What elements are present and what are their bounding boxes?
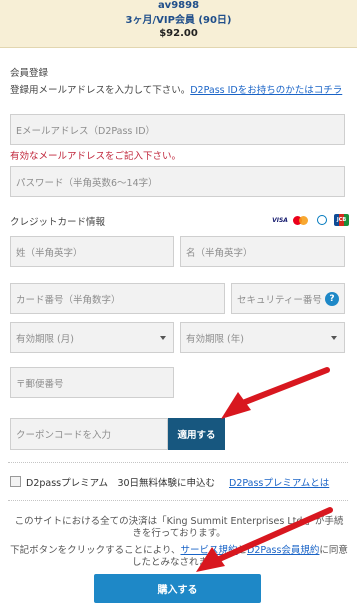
credit-card-heading: クレジットカード情報 [10, 217, 106, 228]
coupon-input[interactable]: クーポンコードを入力 [10, 418, 168, 450]
plan-summary: av9898 3ヶ月/VIP会員 (90日) $92.00 [0, 0, 357, 48]
purchase-button[interactable]: 購入する [94, 574, 261, 603]
expiry-month-select[interactable]: 有効期限 (月) [10, 322, 174, 353]
mastercard-icon [292, 214, 310, 226]
given-name-input[interactable]: 名（半角英字） [180, 236, 345, 267]
password-input[interactable]: パスワード（半角英数6～14字） [10, 166, 345, 197]
coupon-placeholder: クーポンコードを入力 [16, 430, 112, 441]
password-placeholder: パスワード（半角英数6～14字） [16, 177, 158, 189]
card-number-input[interactable]: カード番号（半角数字） [10, 283, 225, 314]
registration-description-text: 登録用メールアドレスを入力して下さい。 [10, 85, 191, 96]
expiry-year-value: 有効期限 (年) [186, 333, 244, 345]
expiry-year-select[interactable]: 有効期限 (年) [180, 322, 345, 353]
d2pass-login-link[interactable]: D2Pass IDをお持ちのかたはコチラ [190, 85, 342, 96]
terms-notice-text-start: 下記ボタンをクリックすることにより、 [10, 545, 181, 556]
d2pass-terms-link[interactable]: D2Pass会員規約 [247, 545, 319, 556]
plan-id: av9898 [157, 0, 200, 11]
card-number-placeholder: カード番号（半角数字） [16, 294, 121, 306]
plan-price: $92.00 [159, 28, 198, 39]
card-brand-icons: VISA JCB [270, 214, 350, 226]
registration-description: 登録用メールアドレスを入力して下さい。D2Pass IDをお持ちのかたはコチラ [10, 84, 348, 97]
premium-info-link[interactable]: D2Passプレミアムとは [229, 475, 329, 489]
email-placeholder: Eメールアドレス（D2Pass ID） [16, 125, 156, 137]
divider [8, 500, 348, 501]
expiry-month-value: 有効期限 (月) [16, 333, 74, 345]
given-name-placeholder: 名（半角英字） [186, 247, 253, 259]
premium-trial-label: D2passプレミアム 30日無料体験に申込む [26, 478, 216, 489]
jcb-icon: JCB [334, 214, 349, 226]
email-input[interactable]: Eメールアドレス（D2Pass ID） [10, 114, 345, 145]
postal-code-input[interactable]: 〒郵便番号 [10, 367, 174, 398]
postal-code-placeholder: 〒郵便番号 [16, 378, 64, 390]
security-code-input[interactable]: セキュリティー番号 ? [231, 283, 345, 314]
chevron-down-icon [331, 335, 337, 340]
surname-input[interactable]: 姓（半角英字） [10, 236, 174, 267]
diners-icon [314, 214, 330, 226]
annotation-arrow-coupon [221, 367, 330, 419]
terms-agreement-notice: 下記ボタンをクリックすることにより、サービス規約とD2Pass会員規約に同意した… [10, 545, 348, 569]
apply-coupon-button[interactable]: 適用する [168, 418, 225, 450]
security-code-placeholder: セキュリティー番号 [237, 294, 322, 306]
plan-name: 3ヶ月/VIP会員 (90日) [125, 15, 232, 26]
divider [8, 462, 348, 463]
registration-heading: 会員登録 [10, 68, 49, 79]
terms-notice-text-mid: と [237, 545, 248, 556]
help-icon[interactable]: ? [325, 291, 339, 306]
email-error-message: 有効なメールアドレスをご記入下さい。 [10, 151, 182, 162]
payment-processor-notice: このサイトにおける全ての決済は「King Summit Enterprises … [14, 516, 344, 539]
premium-trial-checkbox[interactable] [10, 476, 21, 487]
visa-icon: VISA [272, 216, 288, 224]
surname-placeholder: 姓（半角英字） [16, 247, 83, 259]
chevron-down-icon [160, 335, 166, 340]
service-terms-link[interactable]: サービス規約 [181, 545, 238, 556]
